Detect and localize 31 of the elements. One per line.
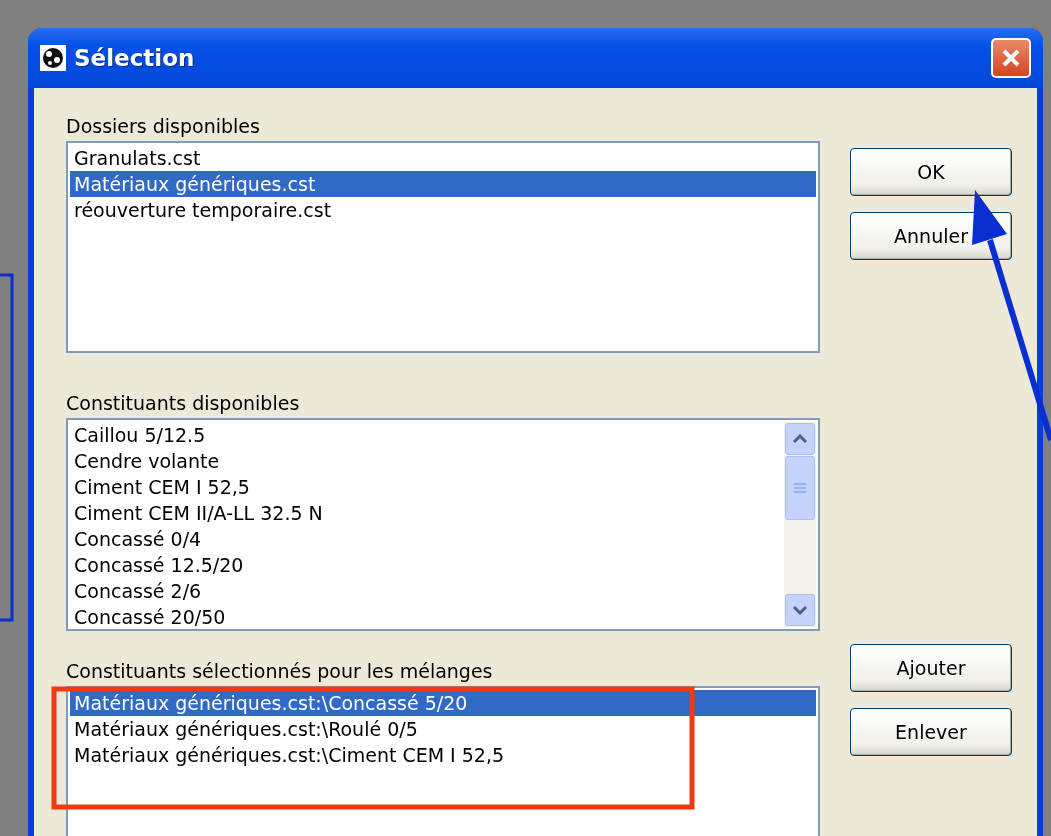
list-label: Constituants disponibles bbox=[66, 393, 301, 414]
dialog-button[interactable]: Ajouter bbox=[850, 644, 1012, 692]
list-label: Dossiers disponibles bbox=[66, 116, 261, 137]
list-item[interactable]: Granulats.cst bbox=[70, 145, 816, 171]
list-item[interactable]: Ciment CEM I 52,5 bbox=[70, 474, 784, 500]
list-item[interactable]: Ciment CEM II/A-LL 32.5 N bbox=[70, 500, 784, 526]
scrollbar[interactable] bbox=[784, 422, 816, 627]
close-icon bbox=[1000, 47, 1022, 69]
list-item[interactable]: Concassé 12.5/20 bbox=[70, 552, 784, 578]
scroll-thumb[interactable] bbox=[785, 456, 815, 520]
window-title: Sélection bbox=[74, 45, 196, 71]
list-item[interactable]: Matériaux génériques.cst bbox=[70, 171, 816, 197]
dialog-button[interactable]: Enlever bbox=[850, 708, 1012, 756]
scroll-up-icon[interactable] bbox=[785, 423, 815, 455]
list-box[interactable]: Granulats.cst Matériaux génériques.cst réouverture temporaire.cst bbox=[66, 141, 820, 353]
list-item[interactable]: Matériaux génériques.cst:\Roulé 0/5 bbox=[70, 716, 816, 742]
list-item[interactable]: Concassé 2/6 bbox=[70, 578, 784, 604]
list-label: Constituants sélectionnés pour les mélanges bbox=[66, 661, 494, 682]
app-icon bbox=[40, 45, 66, 71]
list-box[interactable]: Caillou 5/12.5 Cendre volante Ciment CEM I 52,5 Ciment CEM II/A-LL 32.5 N Concassé 0/4 Concassé 12.5/20 Concassé 2/6 Concassé 20/50 bbox=[66, 418, 820, 631]
scroll-down-icon[interactable] bbox=[785, 594, 815, 626]
list-item[interactable]: Concassé 20/50 bbox=[70, 604, 784, 630]
list-item[interactable]: Matériaux génériques.cst:\Ciment CEM I 52,5 bbox=[70, 742, 816, 768]
list-item[interactable]: Concassé 0/4 bbox=[70, 526, 784, 552]
list-box[interactable]: Matériaux génériques.cst:\Concassé 5/20 Matériaux génériques.cst:\Roulé 0/5 Matériaux génériques.cst:\Ciment CEM I 52,5 bbox=[66, 686, 820, 836]
close-button[interactable] bbox=[991, 38, 1031, 78]
list-item[interactable]: Cendre volante bbox=[70, 448, 784, 474]
list-item[interactable]: Caillou 5/12.5 bbox=[70, 422, 784, 448]
dialog-button[interactable]: OK bbox=[850, 148, 1012, 196]
list-item[interactable]: réouverture temporaire.cst bbox=[70, 197, 816, 223]
list-item[interactable]: Matériaux génériques.cst:\Concassé 5/20 bbox=[70, 690, 816, 716]
